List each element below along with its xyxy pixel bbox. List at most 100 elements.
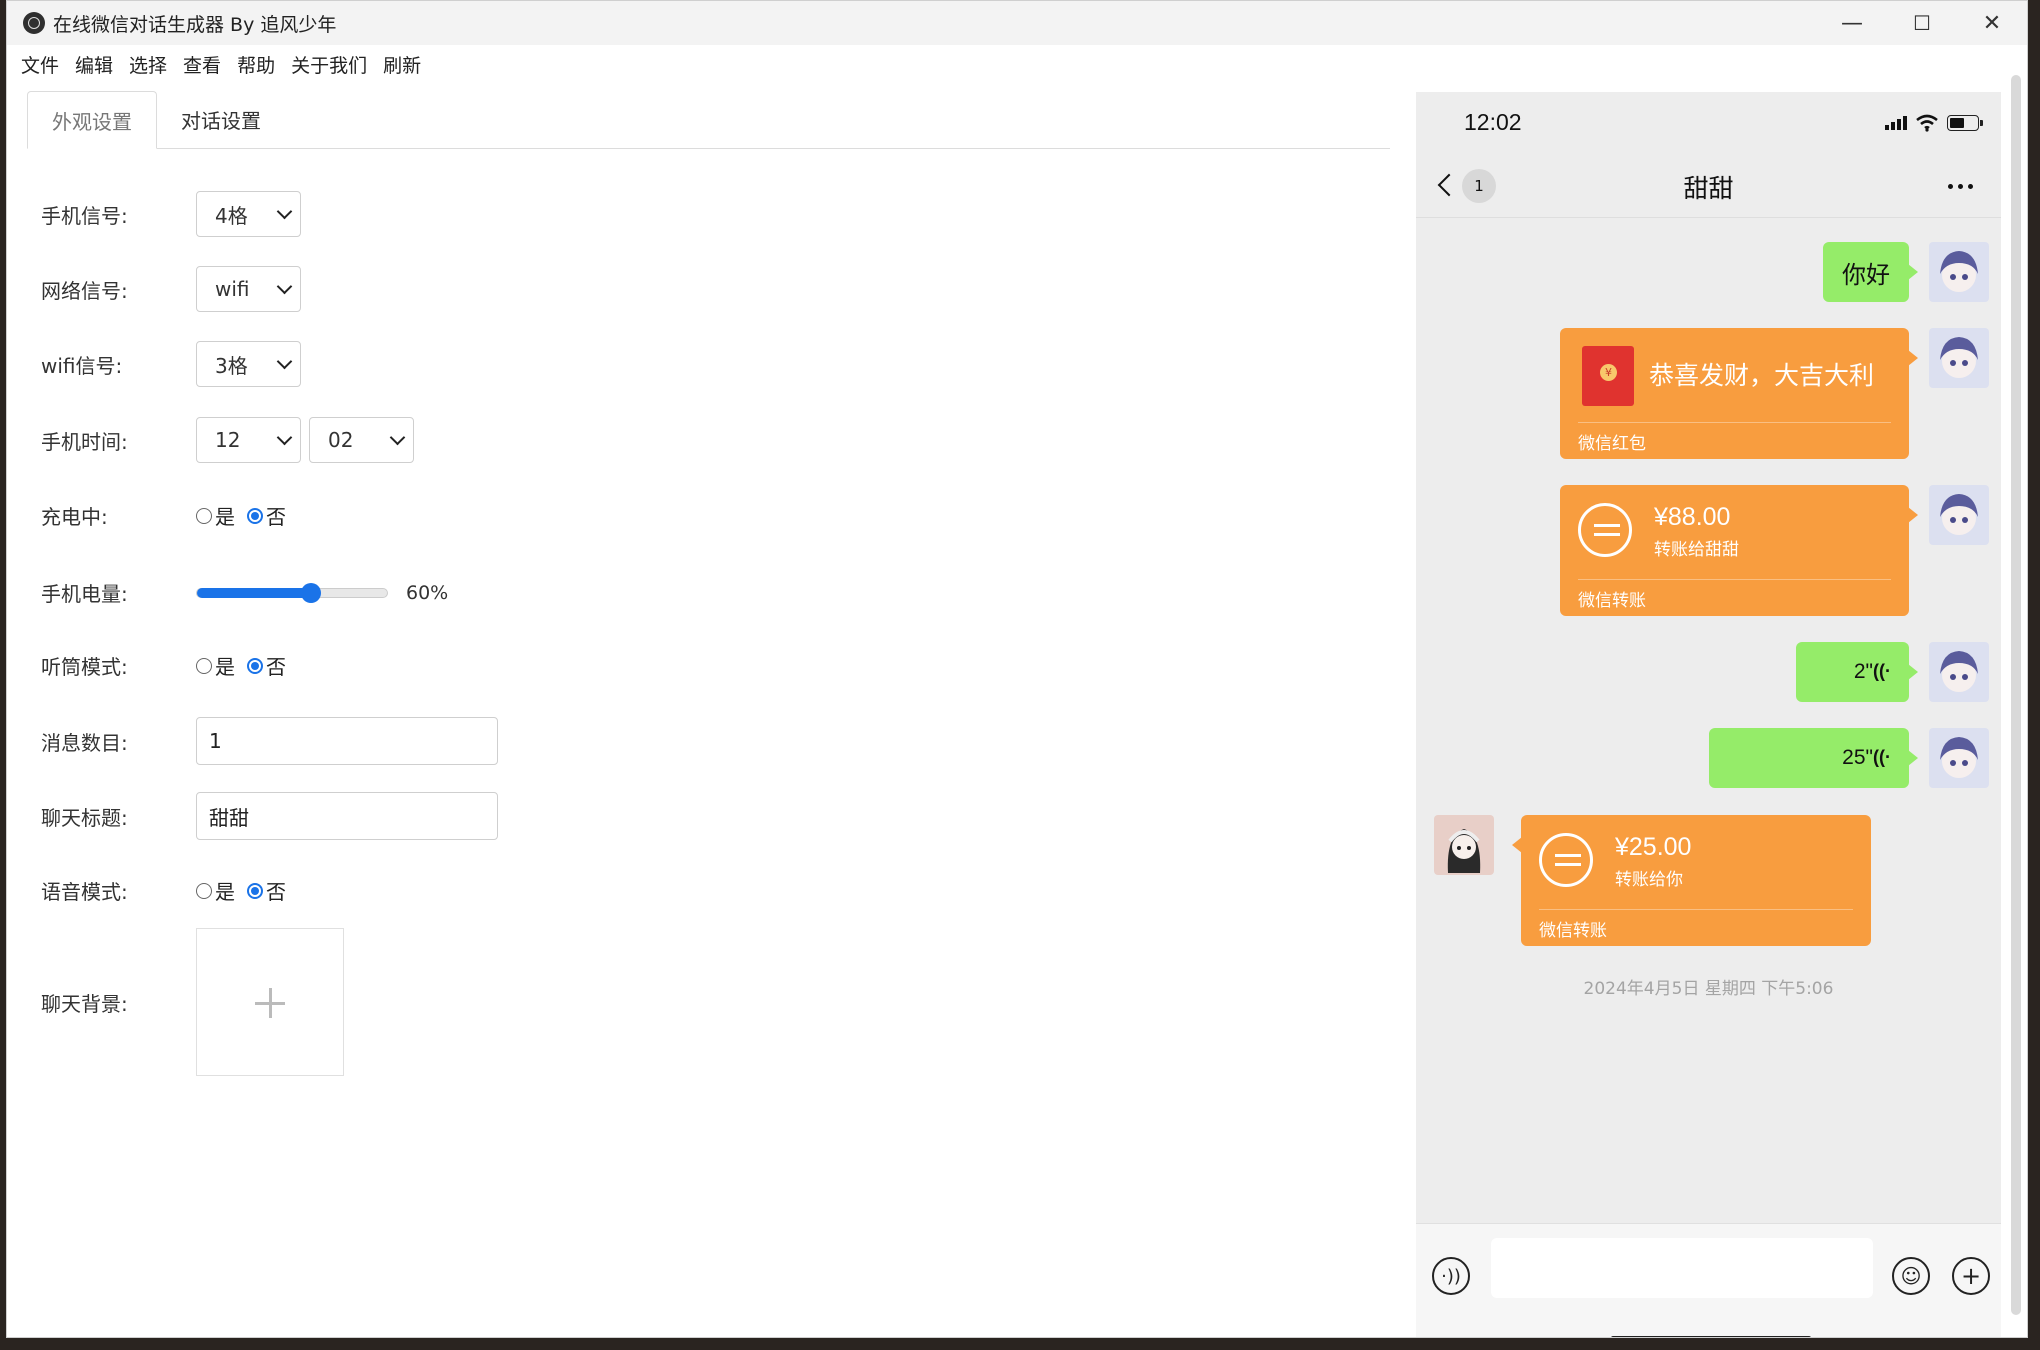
- transfer-out-amount: ¥88.00: [1654, 503, 1731, 531]
- charging-row: 充电中: 是 否: [41, 501, 298, 530]
- phone-signal-value: 4格: [215, 203, 248, 228]
- chat-bg-upload[interactable]: [196, 928, 344, 1076]
- tab-dialog[interactable]: 对话设置: [157, 91, 285, 147]
- wifi-icon: [1916, 114, 1938, 132]
- voice-mode-row: 语音模式: 是 否: [41, 876, 298, 905]
- menu-refresh[interactable]: 刷新: [383, 51, 421, 78]
- menu-file[interactable]: 文件: [21, 51, 59, 78]
- menu-help[interactable]: 帮助: [237, 51, 275, 78]
- menu-bar: 文件 编辑 选择 查看 帮助 关于我们 刷新: [7, 45, 2027, 83]
- phone-signal-row: 手机信号: 4格: [41, 191, 301, 237]
- battery-icon: [1947, 115, 1983, 131]
- settings-panel: 外观设置 对话设置 手机信号: 4格 网络信号: wifi wifi信号: 3格: [7, 83, 1407, 1337]
- charging-yes-radio[interactable]: [196, 507, 212, 524]
- network-signal-label: 网络信号:: [41, 278, 128, 303]
- battery-row: 手机电量: 60%: [41, 578, 448, 607]
- voice-mode-yes-label: 是: [215, 880, 235, 904]
- hour-value: 12: [215, 428, 241, 452]
- chevron-down-icon: [276, 203, 293, 220]
- minute-value: 02: [328, 428, 354, 452]
- bubble-tail: [1908, 350, 1918, 366]
- battery-value: 60%: [406, 581, 449, 604]
- my-avatar[interactable]: [1929, 328, 1989, 388]
- bubble-tail: [1908, 507, 1918, 523]
- cell-signal-icon: [1885, 116, 1907, 130]
- minute-select[interactable]: 02: [309, 417, 414, 463]
- voice-mode-no-label: 否: [266, 880, 286, 904]
- transfer-in-card[interactable]: ¥25.00 转账给你 微信转账: [1512, 815, 1871, 946]
- my-avatar[interactable]: [1929, 642, 1989, 702]
- transfer-out-card[interactable]: ¥88.00 转账给甜甜 微信转账: [1560, 485, 1918, 616]
- window-title: 在线微信对话生成器 By 追风少年: [53, 13, 337, 36]
- message-count-input[interactable]: 1: [196, 717, 498, 765]
- menu-select[interactable]: 选择: [129, 51, 167, 78]
- bubble-tail: [1908, 750, 1918, 766]
- girl-avatar-icon: [1447, 829, 1481, 873]
- earpiece-row: 听筒模式: 是 否: [41, 651, 298, 680]
- scrollbar[interactable]: [2011, 75, 2021, 1315]
- voice-message-bubble[interactable]: 2" ((·: [1796, 642, 1918, 702]
- window-controls: — ☐ ✕: [1817, 1, 2027, 45]
- app-window: 在线微信对话生成器 By 追风少年 — ☐ ✕ 文件 编辑 选择 查看 帮助 关…: [6, 0, 2028, 1338]
- earpiece-yes-radio[interactable]: [196, 657, 212, 674]
- emoji-icon[interactable]: ☺: [1892, 1257, 1930, 1295]
- transfer-in-amount: ¥25.00: [1615, 833, 1692, 861]
- menu-edit[interactable]: 编辑: [75, 51, 113, 78]
- my-avatar[interactable]: [1929, 728, 1989, 788]
- my-avatar[interactable]: [1929, 242, 1989, 302]
- minimize-button[interactable]: —: [1817, 1, 1887, 45]
- voice-message-bubble[interactable]: 25" ((·: [1709, 728, 1918, 788]
- voice-mode-label: 语音模式:: [41, 880, 128, 904]
- red-packet-greeting: 恭喜发财，大吉大利: [1649, 361, 1875, 390]
- anime-avatar-icon: [1940, 651, 1978, 692]
- chevron-down-icon: [276, 353, 293, 370]
- phone-signal-label: 手机信号:: [41, 203, 128, 228]
- transfer-out-note: 转账给甜甜: [1654, 540, 1739, 560]
- charging-yes-label: 是: [215, 505, 235, 529]
- voice-input-icon[interactable]: ·)): [1432, 1257, 1470, 1295]
- chevron-down-icon: [276, 429, 293, 446]
- voice-mode-yes-radio[interactable]: [196, 882, 212, 899]
- maximize-button[interactable]: ☐: [1887, 1, 1957, 45]
- transfer-icon: [1578, 503, 1632, 557]
- chat-input-bar: ·)) ☺ +: [1416, 1223, 2001, 1337]
- chat-text-input[interactable]: [1491, 1238, 1873, 1298]
- phone-time-row: 手机时间: 12 02: [41, 417, 414, 463]
- hour-select[interactable]: 12: [196, 417, 301, 463]
- voice-mode-no-radio[interactable]: [247, 882, 263, 899]
- anime-avatar-icon: [1940, 337, 1978, 378]
- battery-slider[interactable]: [196, 582, 388, 603]
- chevron-down-icon: [276, 278, 293, 295]
- charging-no-radio[interactable]: [247, 507, 263, 524]
- contact-avatar[interactable]: [1434, 815, 1494, 875]
- wifi-signal-select[interactable]: 3格: [196, 341, 301, 387]
- close-button[interactable]: ✕: [1957, 1, 2027, 45]
- wifi-signal-label: wifi信号:: [41, 353, 123, 378]
- my-avatar[interactable]: [1929, 485, 1989, 545]
- phone-status-time: 12:02: [1464, 109, 1522, 135]
- menu-view[interactable]: 查看: [183, 51, 221, 78]
- transfer-in-footer: 微信转账: [1539, 909, 1853, 946]
- transfer-in-body: ¥25.00 转账给你: [1521, 815, 1871, 913]
- chevron-down-icon: [389, 429, 406, 446]
- tab-bar: 外观设置 对话设置: [27, 91, 1390, 149]
- phone-signal-select[interactable]: 4格: [196, 191, 301, 237]
- chat-title-row: 聊天标题: 甜甜: [41, 792, 498, 840]
- network-signal-select[interactable]: wifi: [196, 266, 301, 312]
- red-packet-card[interactable]: ¥ 恭喜发财，大吉大利 微信红包: [1560, 328, 1918, 459]
- earpiece-no-radio[interactable]: [247, 657, 263, 674]
- plus-icon[interactable]: +: [1952, 1257, 1990, 1295]
- status-icons: [1885, 114, 1983, 132]
- chat-title-input[interactable]: 甜甜: [196, 792, 498, 840]
- menu-about[interactable]: 关于我们: [291, 51, 367, 78]
- network-signal-value: wifi: [215, 277, 250, 301]
- chat-bg-row: 聊天背景:: [41, 928, 344, 1076]
- network-signal-row: 网络信号: wifi: [41, 266, 301, 312]
- battery-slider-thumb[interactable]: [301, 582, 321, 603]
- battery-level: [1950, 118, 1964, 128]
- tab-appearance[interactable]: 外观设置: [27, 91, 157, 149]
- voice-mode-radio-group: 是 否: [196, 876, 298, 905]
- more-icon[interactable]: [1948, 184, 1973, 189]
- wifi-signal-value: 3格: [215, 353, 248, 378]
- phone-status-bar: 12:02: [1416, 92, 2001, 157]
